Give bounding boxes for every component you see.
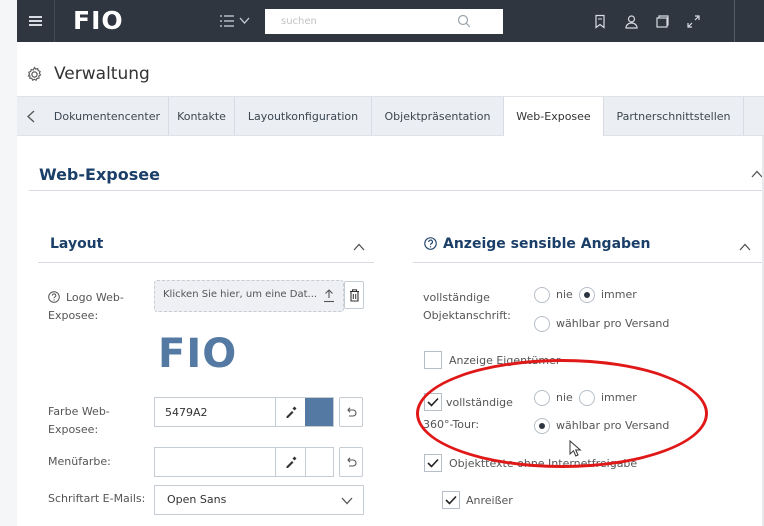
sensitive-card-divider <box>413 262 762 263</box>
tab-bar: Dokumentencenter Kontakte Layoutkonfigur… <box>17 96 764 136</box>
app-window: FIO suchen Verwaltung Dokumentencenter K… <box>17 0 764 526</box>
page-background-strip <box>0 0 17 526</box>
objecttexts-checkbox[interactable] <box>424 454 442 472</box>
top-bar: FIO <box>17 0 764 42</box>
bookmark-icon[interactable] <box>585 0 616 42</box>
teaser-checkbox[interactable] <box>442 491 460 509</box>
owner-checkbox[interactable] <box>424 351 442 369</box>
tab-objektpraesentation[interactable]: Objektpräsentation <box>372 97 504 135</box>
font-select[interactable]: Open Sans <box>154 485 364 515</box>
help-icon[interactable] <box>48 291 60 303</box>
section-divider <box>29 190 764 191</box>
search-icon[interactable] <box>457 14 471 28</box>
delete-logo-button[interactable] <box>344 281 364 309</box>
undo-icon <box>347 407 357 417</box>
section-title: Web-Exposee <box>39 165 160 184</box>
address-radio-always[interactable] <box>579 287 595 303</box>
color-label: Farbe Web-Exposee: <box>48 405 110 436</box>
tour-radio-per-dispatch[interactable] <box>534 418 550 434</box>
app-logo[interactable]: FIO <box>73 6 124 35</box>
tour-checkbox[interactable] <box>424 393 442 411</box>
address-radio-per-dispatch-label: wählbar pro Versand <box>556 317 670 330</box>
eyedropper-icon[interactable] <box>275 448 305 476</box>
tour-radio-always-label: immer <box>601 391 637 404</box>
page-title: Verwaltung <box>54 64 150 84</box>
eyedropper-icon[interactable] <box>275 398 305 426</box>
chevron-down-icon <box>341 497 353 505</box>
undo-icon <box>347 457 357 467</box>
search-scope-select[interactable] <box>206 0 263 42</box>
checkmark-icon <box>445 495 457 505</box>
address-label: vollständige Objektanschrift: <box>423 291 511 322</box>
trash-icon <box>349 288 359 302</box>
checkmark-icon <box>427 397 439 407</box>
menu-color-input[interactable] <box>155 448 273 476</box>
address-radio-per-dispatch[interactable] <box>534 316 550 332</box>
tab-kontakte[interactable]: Kontakte <box>169 97 235 135</box>
tour-radio-per-dispatch-label: wählbar pro Versand <box>556 419 670 432</box>
menu-color-field <box>154 447 334 477</box>
tour-radio-never[interactable] <box>534 390 550 406</box>
owner-checkbox-label: Anzeige Eigentümer <box>449 354 561 367</box>
help-icon[interactable] <box>424 237 437 250</box>
menu-color-label: Menüfarbe: <box>48 455 111 468</box>
search-input[interactable] <box>265 9 455 34</box>
chevron-down-icon <box>239 17 250 24</box>
list-icon <box>220 15 234 27</box>
logo-label: Logo Web-Exposee: <box>48 291 124 322</box>
window-icon[interactable] <box>647 0 678 42</box>
layout-collapse-chevron-up-icon[interactable] <box>353 243 365 251</box>
tour-radio-never-label: nie <box>556 391 573 404</box>
reset-menu-color-button[interactable] <box>339 447 363 477</box>
upload-hint: Klicken Sie hier, um eine Dat... <box>163 289 318 300</box>
hamburger-menu-icon[interactable] <box>17 0 55 42</box>
page-header: Verwaltung <box>17 54 150 94</box>
expand-icon[interactable] <box>678 0 709 42</box>
address-radio-never[interactable] <box>534 287 550 303</box>
teaser-checkbox-label: Anreißer <box>466 494 513 507</box>
top-bar-actions <box>585 0 709 42</box>
address-radio-always-label: immer <box>601 288 637 301</box>
search-field-edge <box>485 9 503 34</box>
upload-icon[interactable] <box>323 289 335 303</box>
tab-partnerschnittstellen[interactable]: Partnerschnittstellen <box>604 97 744 135</box>
address-radio-never-label: nie <box>556 288 573 301</box>
layout-card-title: Layout <box>50 236 104 252</box>
sensitive-collapse-chevron-up-icon[interactable] <box>739 243 751 251</box>
tab-layoutkonfiguration[interactable]: Layoutkonfiguration <box>235 97 372 135</box>
red-annotation-ellipse <box>416 359 708 468</box>
tour-label: vollständige <box>446 396 513 409</box>
tour-radio-always[interactable] <box>579 390 595 406</box>
font-select-value: Open Sans <box>167 493 227 506</box>
reset-color-button[interactable] <box>339 397 363 427</box>
font-label: Schriftart E-Mails: <box>48 492 146 505</box>
layout-card-divider <box>38 262 374 263</box>
user-icon[interactable] <box>616 0 647 42</box>
mouse-cursor-icon <box>569 440 582 457</box>
search-field[interactable] <box>265 9 485 34</box>
objecttexts-checkbox-label: Objekttexte ohne Internetfreigabe <box>449 457 638 470</box>
color-input[interactable] <box>155 398 273 426</box>
logo-preview: FIO <box>158 331 238 377</box>
sensitive-card-title: Anzeige sensible Angaben <box>424 236 651 252</box>
logo-upload-dropzone[interactable]: Klicken Sie hier, um eine Dat... <box>154 280 344 312</box>
tab-dokumentencenter[interactable]: Dokumentencenter <box>41 97 169 135</box>
color-swatch[interactable] <box>305 398 333 426</box>
color-field <box>154 397 334 427</box>
top-bar-separator <box>734 0 735 42</box>
tab-web-exposee[interactable]: Web-Exposee <box>504 97 604 136</box>
gear-icon <box>27 65 42 81</box>
tour-label-2: 360°-Tour: <box>423 418 480 431</box>
checkmark-icon <box>427 458 439 468</box>
menu-color-swatch[interactable] <box>305 448 333 476</box>
